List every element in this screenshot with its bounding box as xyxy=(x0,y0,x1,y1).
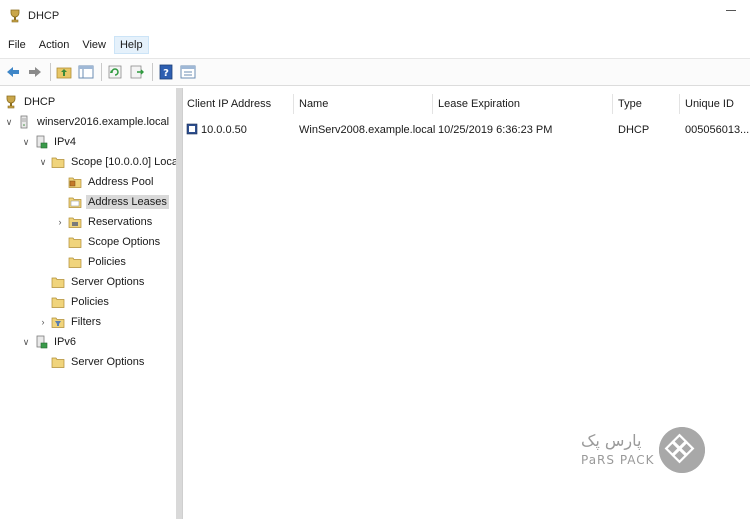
tree-node-scope-policies[interactable]: Policies xyxy=(68,253,128,271)
tree-label: DHCP xyxy=(24,96,56,108)
lease-computer-icon xyxy=(186,123,198,135)
folder-icon xyxy=(68,237,82,248)
tree-label: IPv4 xyxy=(54,136,77,148)
forward-arrow-icon[interactable] xyxy=(26,63,44,81)
tree-label: Reservations xyxy=(88,216,153,228)
folder-icon xyxy=(68,257,82,268)
ipv4-icon xyxy=(36,135,48,149)
tree-label: Server Options xyxy=(71,356,145,368)
cell-name: WinServ2008.example.local xyxy=(299,124,436,136)
tree-label: Filters xyxy=(71,316,101,328)
column-header-client-ip[interactable]: Client IP Address xyxy=(187,98,271,110)
title-bar: DHCP xyxy=(0,0,750,32)
column-divider[interactable] xyxy=(432,94,433,114)
up-folder-icon[interactable] xyxy=(55,63,73,81)
parspack-logo-icon xyxy=(659,427,705,473)
back-arrow-icon[interactable] xyxy=(4,63,22,81)
toolbar: ? xyxy=(0,58,750,86)
address-leases-icon xyxy=(68,197,82,208)
collapse-chevron-icon[interactable]: ∨ xyxy=(38,157,48,168)
cell-unique-id: 005056013... xyxy=(685,124,750,136)
collapse-chevron-icon[interactable]: ∨ xyxy=(4,117,14,128)
server-icon xyxy=(20,115,28,129)
tree-node-address-leases[interactable]: Address Leases xyxy=(68,193,169,211)
menu-bar: File Action View Help xyxy=(0,34,750,56)
tree-node-reservations[interactable]: › Reservations xyxy=(55,213,154,231)
export-list-icon[interactable] xyxy=(128,63,146,81)
tree-node-dhcp[interactable]: DHCP xyxy=(4,93,57,111)
address-pool-icon xyxy=(68,177,82,188)
tree-node-ipv4[interactable]: ∨ IPv4 xyxy=(21,133,78,151)
tree-node-filters[interactable]: › Filters xyxy=(38,313,103,331)
help-icon[interactable]: ? xyxy=(157,63,175,81)
tree-label: IPv6 xyxy=(54,336,77,348)
expand-chevron-icon[interactable]: › xyxy=(38,317,48,327)
menu-help[interactable]: Help xyxy=(113,36,149,54)
tree-node-ipv6[interactable]: ∨ IPv6 xyxy=(21,333,78,351)
folder-icon xyxy=(51,357,65,368)
properties-icon[interactable] xyxy=(179,63,197,81)
tree-node-server[interactable]: ∨ winserv2016.example.local xyxy=(4,113,171,131)
tree-node-ipv6-server-options[interactable]: Server Options xyxy=(51,353,146,371)
tree-node-scope-options[interactable]: Scope Options xyxy=(68,233,162,251)
watermark-text-fa: پارس پک xyxy=(581,431,642,450)
folder-icon xyxy=(51,157,65,168)
column-divider[interactable] xyxy=(612,94,613,114)
filter-icon xyxy=(51,317,65,328)
tree-node-ipv4-policies[interactable]: Policies xyxy=(51,293,111,311)
svg-text:?: ? xyxy=(163,68,169,79)
tree-label: Server Options xyxy=(71,276,145,288)
tree-node-scope[interactable]: ∨ Scope [10.0.0.0] Local xyxy=(38,153,182,171)
folder-icon xyxy=(51,297,65,308)
refresh-icon[interactable] xyxy=(106,63,124,81)
folder-icon xyxy=(51,277,65,288)
tree-label: Address Pool xyxy=(88,176,154,188)
menu-view[interactable]: View xyxy=(77,37,111,53)
tree-node-address-pool[interactable]: Address Pool xyxy=(68,173,155,191)
watermark-text-en: PaRS PACK xyxy=(581,453,655,467)
toolbar-separator xyxy=(101,63,102,81)
toolbar-separator xyxy=(50,63,51,81)
tree-label: Policies xyxy=(71,296,109,308)
tree-label: Scope [10.0.0.0] Local xyxy=(71,156,181,168)
column-header-lease-expiration[interactable]: Lease Expiration xyxy=(438,98,520,110)
dhcp-icon xyxy=(6,95,16,109)
column-header-unique-id[interactable]: Unique ID xyxy=(685,98,734,110)
dhcp-app-icon xyxy=(10,9,20,23)
reservations-icon xyxy=(68,217,82,228)
column-divider[interactable] xyxy=(293,94,294,114)
show-hide-console-tree-icon[interactable] xyxy=(77,63,95,81)
cell-lease-expiration: 10/25/2019 6:36:23 PM xyxy=(438,124,553,136)
collapse-chevron-icon[interactable]: ∨ xyxy=(21,137,31,148)
expand-chevron-icon[interactable]: › xyxy=(55,217,65,227)
cell-type: DHCP xyxy=(618,124,650,136)
tree-label: Address Leases xyxy=(86,195,169,209)
cell-client-ip: 10.0.0.50 xyxy=(201,124,247,136)
tree-node-server-options[interactable]: Server Options xyxy=(51,273,146,291)
console-tree[interactable]: DHCP ∨ winserv2016.example.local ∨ IPv4 … xyxy=(0,88,180,519)
collapse-chevron-icon[interactable]: ∨ xyxy=(21,337,31,348)
column-header-type[interactable]: Type xyxy=(618,98,642,110)
minimize-button[interactable] xyxy=(726,10,736,11)
tree-label: Policies xyxy=(88,256,126,268)
tree-label: Scope Options xyxy=(88,236,161,248)
ipv6-icon xyxy=(36,335,48,349)
window-title: DHCP xyxy=(28,10,60,22)
tree-label: winserv2016.example.local xyxy=(37,116,170,128)
menu-action[interactable]: Action xyxy=(34,37,75,53)
menu-file[interactable]: File xyxy=(3,37,31,53)
toolbar-separator xyxy=(152,63,153,81)
column-header-name[interactable]: Name xyxy=(299,98,328,110)
column-divider[interactable] xyxy=(679,94,680,114)
